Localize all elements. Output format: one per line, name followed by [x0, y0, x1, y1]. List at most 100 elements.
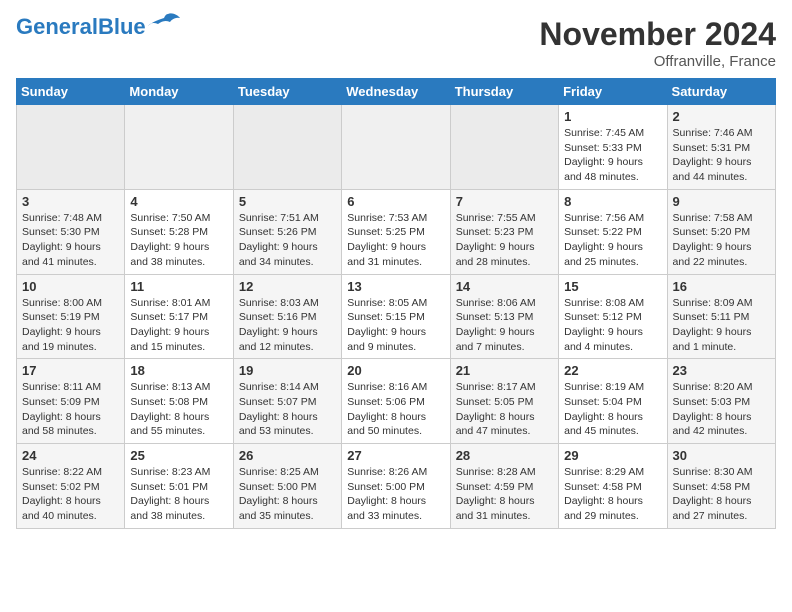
title-block: November 2024 Offranville, France — [539, 16, 776, 70]
calendar-day-cell: 30 Sunrise: 8:30 AM Sunset: 4:58 PM Dayli… — [667, 444, 775, 529]
month-title: November 2024 — [539, 16, 776, 53]
day-number: 15 — [564, 279, 661, 294]
day-number: 22 — [564, 363, 661, 378]
calendar-empty-cell — [233, 105, 341, 190]
calendar-day-cell: 14 Sunrise: 8:06 AM Sunset: 5:13 PM Dayli… — [450, 274, 558, 359]
calendar-day-cell: 21 Sunrise: 8:17 AM Sunset: 5:05 PM Dayli… — [450, 359, 558, 444]
day-number: 27 — [347, 448, 444, 463]
day-number: 26 — [239, 448, 336, 463]
day-number: 16 — [673, 279, 770, 294]
calendar-empty-cell — [17, 105, 125, 190]
calendar-day-cell: 20Sunrise: 8:16 AM Sunset: 5:06 PM Dayli… — [342, 359, 450, 444]
day-number: 4 — [130, 194, 227, 209]
day-number: 10 — [22, 279, 119, 294]
day-number: 11 — [130, 279, 227, 294]
day-number: 12 — [239, 279, 336, 294]
calendar-day-cell: 18 Sunrise: 8:13 AM Sunset: 5:08 PM Dayli… — [125, 359, 233, 444]
day-info: Sunrise: 8:19 AM Sunset: 5:04 PM Dayligh… — [564, 380, 661, 439]
logo-text: GeneralBlue — [16, 16, 146, 38]
day-info: Sunrise: 8:05 AM Sunset: 5:15 PM Dayligh… — [347, 296, 444, 355]
calendar-day-cell: 25 Sunrise: 8:23 AM Sunset: 5:01 PM Dayli… — [125, 444, 233, 529]
day-info: Sunrise: 7:45 AM Sunset: 5:33 PM Dayligh… — [564, 126, 661, 185]
day-number: 3 — [22, 194, 119, 209]
day-number: 17 — [22, 363, 119, 378]
day-number: 23 — [673, 363, 770, 378]
calendar-day-cell: 11 Sunrise: 8:01 AM Sunset: 5:17 PM Dayli… — [125, 274, 233, 359]
calendar-day-cell: 29 Sunrise: 8:29 AM Sunset: 4:58 PM Dayli… — [559, 444, 667, 529]
calendar-day-cell: 5 Sunrise: 7:51 AM Sunset: 5:26 PM Daylig… — [233, 189, 341, 274]
day-number: 1 — [564, 109, 661, 124]
calendar-week-row: 10 Sunrise: 8:00 AM Sunset: 5:19 PM Dayli… — [17, 274, 776, 359]
day-number: 8 — [564, 194, 661, 209]
day-number: 25 — [130, 448, 227, 463]
weekday-header-row: SundayMondayTuesdayWednesdayThursdayFrid… — [17, 79, 776, 105]
day-info: Sunrise: 8:06 AM Sunset: 5:13 PM Dayligh… — [456, 296, 553, 355]
day-number: 30 — [673, 448, 770, 463]
day-info: Sunrise: 8:01 AM Sunset: 5:17 PM Dayligh… — [130, 296, 227, 355]
weekday-header-tuesday: Tuesday — [233, 79, 341, 105]
calendar-day-cell: 10 Sunrise: 8:00 AM Sunset: 5:19 PM Dayli… — [17, 274, 125, 359]
day-number: 21 — [456, 363, 553, 378]
day-number: 29 — [564, 448, 661, 463]
day-info: Sunrise: 8:09 AM Sunset: 5:11 PM Dayligh… — [673, 296, 770, 355]
day-number: 24 — [22, 448, 119, 463]
day-info: Sunrise: 8:28 AM Sunset: 4:59 PM Dayligh… — [456, 465, 553, 524]
calendar-week-row: 3 Sunrise: 7:48 AM Sunset: 5:30 PM Daylig… — [17, 189, 776, 274]
day-number: 14 — [456, 279, 553, 294]
day-info: Sunrise: 8:17 AM Sunset: 5:05 PM Dayligh… — [456, 380, 553, 439]
calendar-week-row: 17 Sunrise: 8:11 AM Sunset: 5:09 PM Dayli… — [17, 359, 776, 444]
day-info: Sunrise: 8:14 AM Sunset: 5:07 PM Dayligh… — [239, 380, 336, 439]
weekday-header-saturday: Saturday — [667, 79, 775, 105]
calendar-day-cell: 13 Sunrise: 8:05 AM Sunset: 5:15 PM Dayli… — [342, 274, 450, 359]
day-info: Sunrise: 7:48 AM Sunset: 5:30 PM Dayligh… — [22, 211, 119, 270]
logo: GeneralBlue — [16, 16, 180, 38]
day-info: Sunrise: 7:56 AM Sunset: 5:22 PM Dayligh… — [564, 211, 661, 270]
day-number: 28 — [456, 448, 553, 463]
calendar-empty-cell — [450, 105, 558, 190]
day-info: Sunrise: 8:00 AM Sunset: 5:19 PM Dayligh… — [22, 296, 119, 355]
day-info: Sunrise: 7:46 AM Sunset: 5:31 PM Dayligh… — [673, 126, 770, 185]
day-info: Sunrise: 8:23 AM Sunset: 5:01 PM Dayligh… — [130, 465, 227, 524]
calendar-empty-cell — [342, 105, 450, 190]
day-info: Sunrise: 7:51 AM Sunset: 5:26 PM Dayligh… — [239, 211, 336, 270]
calendar-day-cell: 9 Sunrise: 7:58 AM Sunset: 5:20 PM Daylig… — [667, 189, 775, 274]
day-info: Sunrise: 8:20 AM Sunset: 5:03 PM Dayligh… — [673, 380, 770, 439]
calendar-day-cell: 15 Sunrise: 8:08 AM Sunset: 5:12 PM Dayli… — [559, 274, 667, 359]
calendar-table: SundayMondayTuesdayWednesdayThursdayFrid… — [16, 78, 776, 529]
day-info: Sunrise: 8:26 AM Sunset: 5:00 PM Dayligh… — [347, 465, 444, 524]
calendar-day-cell: 2 Sunrise: 7:46 AM Sunset: 5:31 PM Daylig… — [667, 105, 775, 190]
day-number: 18 — [130, 363, 227, 378]
location: Offranville, France — [539, 53, 776, 70]
calendar-day-cell: 12 Sunrise: 8:03 AM Sunset: 5:16 PM Dayli… — [233, 274, 341, 359]
day-info: Sunrise: 8:11 AM Sunset: 5:09 PM Dayligh… — [22, 380, 119, 439]
calendar-week-row: 24Sunrise: 8:22 AM Sunset: 5:02 PM Dayli… — [17, 444, 776, 529]
weekday-header-thursday: Thursday — [450, 79, 558, 105]
calendar-day-cell: 1 Sunrise: 7:45 AM Sunset: 5:33 PM Daylig… — [559, 105, 667, 190]
day-info: Sunrise: 8:29 AM Sunset: 4:58 PM Dayligh… — [564, 465, 661, 524]
calendar-day-cell: 19 Sunrise: 8:14 AM Sunset: 5:07 PM Dayli… — [233, 359, 341, 444]
calendar-empty-cell — [125, 105, 233, 190]
day-number: 19 — [239, 363, 336, 378]
day-number: 6 — [347, 194, 444, 209]
day-info: Sunrise: 8:30 AM Sunset: 4:58 PM Dayligh… — [673, 465, 770, 524]
calendar-day-cell: 22 Sunrise: 8:19 AM Sunset: 5:04 PM Dayli… — [559, 359, 667, 444]
day-number: 13 — [347, 279, 444, 294]
calendar-day-cell: 8 Sunrise: 7:56 AM Sunset: 5:22 PM Daylig… — [559, 189, 667, 274]
calendar-day-cell: 16 Sunrise: 8:09 AM Sunset: 5:11 PM Dayli… — [667, 274, 775, 359]
weekday-header-sunday: Sunday — [17, 79, 125, 105]
day-number: 2 — [673, 109, 770, 124]
weekday-header-wednesday: Wednesday — [342, 79, 450, 105]
day-info: Sunrise: 7:58 AM Sunset: 5:20 PM Dayligh… — [673, 211, 770, 270]
day-number: 9 — [673, 194, 770, 209]
day-number: 7 — [456, 194, 553, 209]
day-info: Sunrise: 8:03 AM Sunset: 5:16 PM Dayligh… — [239, 296, 336, 355]
calendar-day-cell: 17 Sunrise: 8:11 AM Sunset: 5:09 PM Dayli… — [17, 359, 125, 444]
weekday-header-monday: Monday — [125, 79, 233, 105]
day-number: 20 — [347, 363, 444, 378]
day-info: Sunrise: 8:08 AM Sunset: 5:12 PM Dayligh… — [564, 296, 661, 355]
calendar-day-cell: 23 Sunrise: 8:20 AM Sunset: 5:03 PM Dayli… — [667, 359, 775, 444]
day-number: 5 — [239, 194, 336, 209]
day-info: Sunrise: 8:25 AM Sunset: 5:00 PM Dayligh… — [239, 465, 336, 524]
weekday-header-friday: Friday — [559, 79, 667, 105]
day-info: Sunrise: 8:13 AM Sunset: 5:08 PM Dayligh… — [130, 380, 227, 439]
